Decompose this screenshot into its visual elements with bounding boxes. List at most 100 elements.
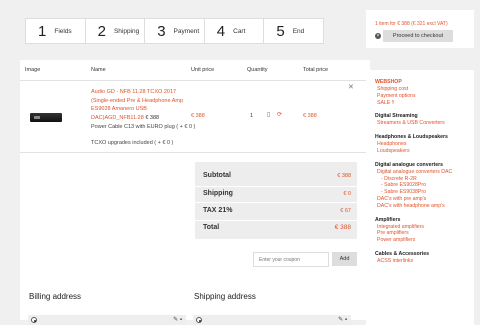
divider xyxy=(20,80,370,81)
category-title: Amplifiers xyxy=(375,216,401,223)
category-link[interactable]: DAC's with pre amp's xyxy=(375,196,474,203)
delete-icon[interactable]: ▪ xyxy=(180,317,182,323)
product-sku: DAC)AGD_NFB11.28 xyxy=(91,114,144,121)
step-label: Cart xyxy=(233,27,246,35)
delete-icon[interactable]: ▪ xyxy=(345,317,347,323)
tax-label: TAX 21% xyxy=(203,207,233,214)
billing-address-radio[interactable] xyxy=(31,317,37,323)
category-link[interactable]: ACSS interlinks xyxy=(375,258,474,265)
billing-address-title: Billing address xyxy=(29,292,82,301)
step-shipping[interactable]: 2 Shipping xyxy=(86,19,146,43)
category-title[interactable]: WEBSHOP xyxy=(375,79,474,86)
category-link[interactable]: Shipping cost xyxy=(375,86,474,93)
category-title: Headphones & Loudspeakers xyxy=(375,134,448,141)
shipping-value: € 0 xyxy=(343,190,351,197)
edit-icon[interactable]: ✎ xyxy=(338,317,343,323)
category-title: Digital analogue converters xyxy=(375,161,444,168)
category-link[interactable]: Digital analogue converters DAC xyxy=(375,169,474,176)
category-digital-streaming: Digital Streaming Streamers & USB Conver… xyxy=(375,113,474,127)
quantity-value[interactable]: 1 xyxy=(250,113,253,119)
subtotal-label: Subtotal xyxy=(203,172,231,179)
divider xyxy=(20,152,370,153)
product-option: Power Cable C13 with EURO plug ( + € 0 ) xyxy=(91,124,196,130)
product-name-line: ES9028 Amanero USB xyxy=(91,106,147,112)
step-fields[interactable]: 1 Fields xyxy=(26,19,86,43)
tax-value: € 67 xyxy=(340,207,351,214)
category-link[interactable]: Streamers & USB Converters xyxy=(375,120,474,127)
step-payment[interactable]: 3 Payment xyxy=(145,19,205,43)
header-name: Name xyxy=(91,67,106,73)
category-link[interactable]: Power amplifiers xyxy=(375,237,474,244)
step-cart[interactable]: 4 Cart xyxy=(205,19,265,43)
product-name-link[interactable]: Audio GD - NFB 11.28 TCXO 2017 (Single-e… xyxy=(91,88,191,122)
category-link[interactable]: - Sabre ES9038Pro xyxy=(375,189,474,196)
proceed-to-checkout-button[interactable]: Proceed to checkout xyxy=(383,30,453,42)
category-link[interactable]: - Sabre ES9028Pro xyxy=(375,182,474,189)
phone-icon[interactable]: ▯ xyxy=(267,112,272,119)
category-link[interactable]: Pre amplifiers xyxy=(375,230,474,237)
step-number: 4 xyxy=(216,22,226,40)
cart-panel: Image Name Unit price Quantity Total pri… xyxy=(20,60,370,325)
header-image: Image xyxy=(25,67,41,73)
total-label: Total xyxy=(203,224,220,231)
header-unit-price: Unit price xyxy=(191,67,215,73)
total-value: € 388 xyxy=(334,224,351,231)
product-inline-price: € 388 xyxy=(145,114,160,121)
category-link[interactable]: Payment options xyxy=(375,93,474,100)
category-cables: Cables & Accessories ACSS interlinks xyxy=(375,251,474,265)
shipping-address-row[interactable]: ✎ ▪ xyxy=(193,315,351,325)
cart-summary-text[interactable]: 1 item for € 388 (€ 321 excl VAT) xyxy=(375,21,448,27)
divider xyxy=(195,202,357,203)
close-icon[interactable]: × xyxy=(375,33,381,39)
apply-coupon-button[interactable]: Add xyxy=(332,252,357,266)
step-number: 2 xyxy=(97,22,106,40)
category-link[interactable]: Headphones xyxy=(375,141,474,148)
step-label: Fields xyxy=(54,27,72,35)
cart-summary-box: 1 item for € 388 (€ 321 excl VAT) × Proc… xyxy=(366,10,474,48)
category-headphones: Headphones & Loudspeakers Headphones Lou… xyxy=(375,134,474,155)
shipping-row: Shipping € 0 xyxy=(203,190,351,197)
product-name-line: DAC)AGD_NFB11.28 € 388 xyxy=(91,114,191,123)
category-link[interactable]: - Discrete R-2R xyxy=(375,176,474,183)
refresh-icon[interactable]: ⟳ xyxy=(277,112,282,119)
category-link[interactable]: SALE !! xyxy=(375,100,474,107)
step-end[interactable]: 5 End xyxy=(264,19,323,43)
product-image[interactable] xyxy=(30,113,62,122)
step-label: Payment xyxy=(173,27,200,35)
header-quantity: Quantity xyxy=(247,67,268,73)
step-number: 5 xyxy=(276,22,285,40)
totals-box: Subtotal € 388 Shipping € 0 TAX 21% € 67 To… xyxy=(195,162,357,239)
divider xyxy=(195,186,357,187)
category-webshop: WEBSHOP Shipping cost Payment options SA… xyxy=(375,79,474,106)
category-link[interactable]: DAC's with headphone amp's xyxy=(375,203,474,210)
unit-price: € 388 xyxy=(191,113,205,119)
category-link[interactable]: Integrated amplifiers xyxy=(375,224,474,231)
step-label: End xyxy=(292,27,305,35)
category-link[interactable]: Loudspeakers xyxy=(375,148,474,155)
category-title: Digital Streaming xyxy=(375,113,418,120)
total-row: Total € 388 xyxy=(203,224,351,231)
category-sidebar: WEBSHOP Shipping cost Payment options SA… xyxy=(366,70,474,325)
header-total-price: Total price xyxy=(303,67,329,73)
subtotal-value: € 388 xyxy=(337,172,351,179)
checkout-steps: 1 Fields 2 Shipping 3 Payment 4 Cart 5 End xyxy=(25,18,324,44)
remove-item-icon[interactable]: ✕ xyxy=(348,83,354,91)
product-name-line: (Single-ended Pre & Headphone Amp xyxy=(91,97,184,104)
product-option: TCXO upgrades included ( + € 0 ) xyxy=(91,140,174,146)
step-number: 1 xyxy=(38,22,47,40)
billing-address-row[interactable]: ✎ ▪ xyxy=(28,315,186,325)
subtotal-row: Subtotal € 388 xyxy=(203,172,351,179)
category-dac: Digital analogue converters Digital anal… xyxy=(375,162,474,210)
edit-icon[interactable]: ✎ xyxy=(173,317,178,323)
shipping-address-title: Shipping address xyxy=(194,292,256,301)
category-amplifiers: Amplifiers Integrated amplifiers Pre amp… xyxy=(375,217,474,244)
step-label: Shipping xyxy=(113,27,140,35)
category-title: Cables & Accessories xyxy=(375,250,430,257)
line-total-price: € 388 xyxy=(303,113,317,119)
tax-row: TAX 21% € 67 xyxy=(203,207,351,214)
shipping-address-radio[interactable] xyxy=(196,317,202,323)
coupon-input[interactable] xyxy=(253,252,329,267)
divider xyxy=(195,220,357,221)
product-name-line: Audio GD - NFB 11.28 TCXO 2017 xyxy=(91,89,177,95)
shipping-label: Shipping xyxy=(203,190,233,197)
